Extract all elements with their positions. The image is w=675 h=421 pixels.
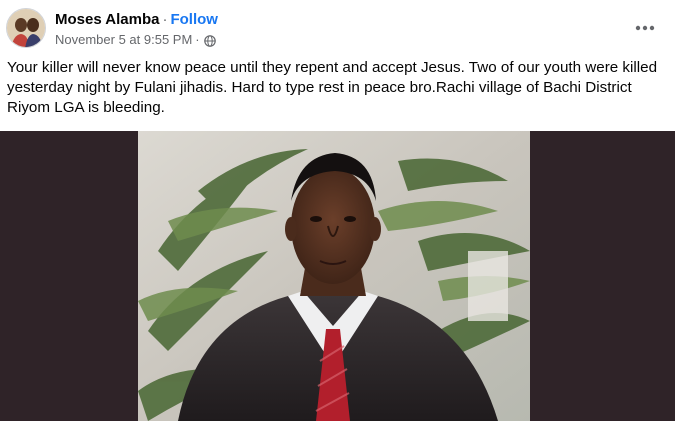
post-timestamp[interactable]: November 5 at 9:55 PM xyxy=(55,31,192,49)
globe-icon[interactable] xyxy=(203,34,216,47)
post-header: Moses Alamba · Follow November 5 at 9:55 P… xyxy=(0,0,675,56)
follow-button[interactable]: Follow xyxy=(170,11,218,28)
author-name[interactable]: Moses Alamba xyxy=(55,11,159,28)
author-avatar[interactable] xyxy=(6,8,46,48)
more-options-button[interactable] xyxy=(628,13,662,43)
post-meta: November 5 at 9:55 PM · xyxy=(55,31,216,49)
post-media xyxy=(0,131,675,421)
post-text: Your killer will never know peace until … xyxy=(7,59,658,116)
author-separator: · xyxy=(162,11,168,28)
author-line: Moses Alamba · Follow xyxy=(55,10,218,30)
more-options-icon xyxy=(635,25,655,31)
post-photo[interactable] xyxy=(138,131,530,421)
meta-separator: · xyxy=(195,32,200,47)
facebook-post: Moses Alamba · Follow November 5 at 9:55 P… xyxy=(0,0,675,421)
avatar-image xyxy=(7,9,45,47)
